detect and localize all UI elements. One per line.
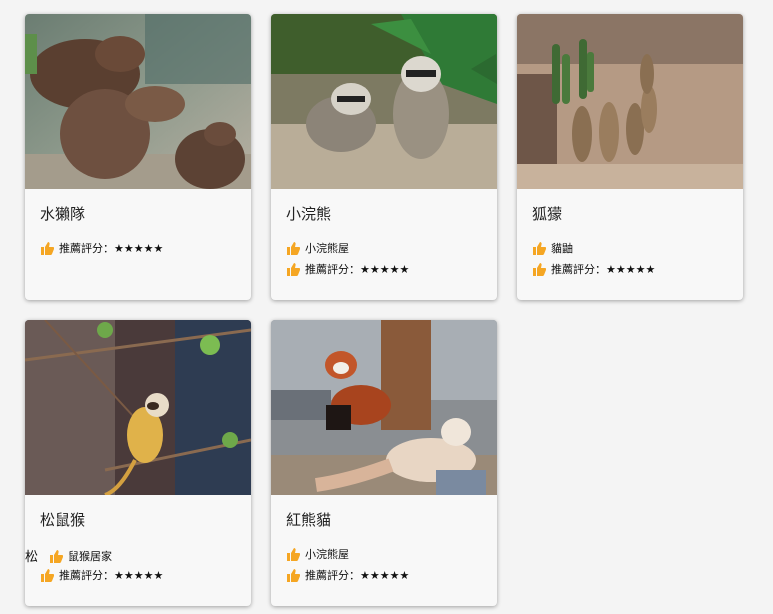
rating-label: 推薦評分：: [59, 569, 114, 582]
thumbs-up-icon: [286, 547, 300, 561]
thumbs-up-icon: [532, 241, 546, 255]
location-row: 小浣熊屋: [286, 240, 349, 256]
rating-stars: ★★★★★: [114, 241, 164, 255]
rating-stars: ★★★★★: [606, 262, 656, 276]
rating-label: 推薦評分：: [59, 242, 114, 255]
thumbs-up-icon: [49, 549, 64, 563]
card-grid: 水獺隊 推薦評分： ★★★★★ 小浣熊 小浣熊屋 推薦評分： ★★★★★ 狐獴 …: [0, 0, 773, 614]
location-label: 小浣熊屋: [305, 548, 349, 561]
rating-stars: ★★★★★: [360, 568, 410, 582]
rating-row: 推薦評分： ★★★★★: [286, 261, 409, 277]
location-row: 松 鼠猴居家: [25, 546, 112, 565]
card-title[interactable]: 水獺隊: [40, 203, 85, 224]
rating-stars: ★★★★★: [360, 262, 410, 276]
card-meerkats[interactable]: 狐獴 貓鼬 推薦評分： ★★★★★: [517, 14, 743, 300]
otters-photo[interactable]: [25, 14, 251, 189]
thumbs-up-icon: [40, 241, 54, 255]
rating-row: 推薦評分： ★★★★★: [286, 567, 409, 583]
card-otters[interactable]: 水獺隊 推薦評分： ★★★★★: [25, 14, 251, 300]
location-label: 鼠猴居家: [68, 549, 113, 563]
location-row: 小浣熊屋: [286, 546, 349, 562]
rating-label: 推薦評分：: [305, 569, 360, 582]
card-raccoons[interactable]: 小浣熊 小浣熊屋 推薦評分： ★★★★★: [271, 14, 497, 300]
red-panda-photo[interactable]: [271, 320, 497, 495]
raccoons-photo[interactable]: [271, 14, 497, 189]
card-title[interactable]: 狐獴: [532, 203, 562, 224]
location-label: 貓鼬: [551, 242, 573, 255]
location-label: 小浣熊屋: [305, 242, 349, 255]
card-title[interactable]: 松鼠猴: [40, 509, 85, 530]
rating-label: 推薦評分：: [551, 263, 606, 276]
card-title[interactable]: 紅熊貓: [286, 509, 331, 530]
card-title[interactable]: 小浣熊: [286, 203, 331, 224]
thumbs-up-icon: [286, 262, 300, 276]
rating-row: 推薦評分： ★★★★★: [40, 567, 163, 583]
rating-label: 推薦評分：: [305, 263, 360, 276]
rating-row: 推薦評分： ★★★★★: [40, 240, 163, 256]
card-squirrel-monkey[interactable]: 松鼠猴 松 鼠猴居家 推薦評分： ★★★★★: [25, 320, 251, 606]
location-prefix: 松: [25, 550, 39, 565]
thumbs-up-icon: [40, 568, 54, 582]
thumbs-up-icon: [286, 241, 300, 255]
thumbs-up-icon: [286, 568, 300, 582]
card-red-panda[interactable]: 紅熊貓 小浣熊屋 推薦評分： ★★★★★: [271, 320, 497, 606]
rating-stars: ★★★★★: [114, 568, 164, 582]
squirrel-monkey-photo[interactable]: [25, 320, 251, 495]
rating-row: 推薦評分： ★★★★★: [532, 261, 655, 277]
thumbs-up-icon: [532, 262, 546, 276]
meerkats-photo[interactable]: [517, 14, 743, 189]
location-row: 貓鼬: [532, 240, 573, 256]
